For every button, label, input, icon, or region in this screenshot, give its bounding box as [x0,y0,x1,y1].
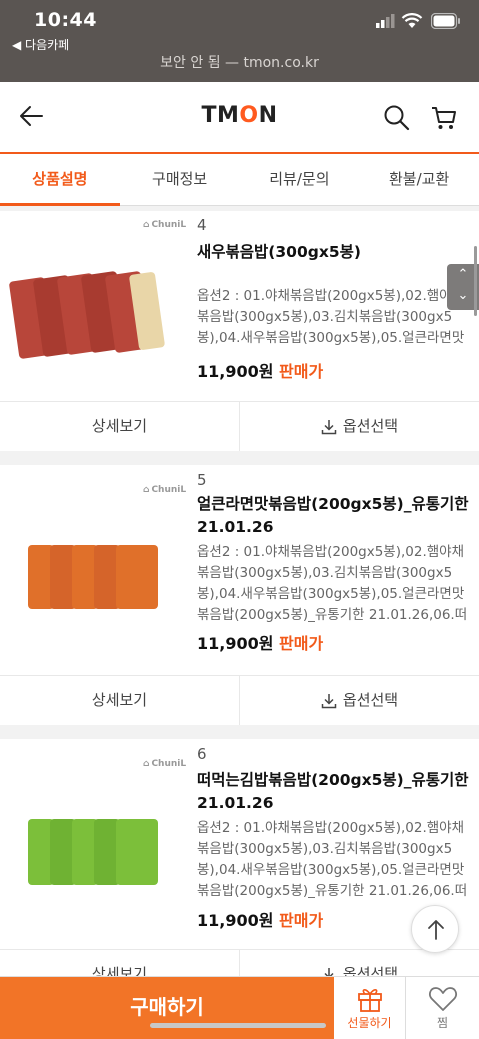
product-package-image [28,545,163,609]
download-icon [321,693,337,708]
status-bar: 10:44 ◀ 다음카페 보안 안 됨 — tmon.co.kr [0,0,479,82]
scrollbar-thumb[interactable] [474,246,477,316]
price-label: 판매가 [279,362,324,381]
back-to-app-link[interactable]: ◀ 다음카페 [12,36,69,53]
buy-button[interactable]: 구매하기 [0,977,334,1039]
product-title[interactable]: 얼큰라면맛볶음밥(200gx5봉)_유통기한 21.01.26 [197,493,469,539]
search-icon[interactable] [383,104,411,132]
product-options-text: 옵션2 : 01.야채볶음밥(200gx5봉),02.햄야채볶음밥(300gx5… [197,820,468,899]
product-price: 11,900원 판매가 [197,358,323,382]
price-value: 11,900원 [197,634,274,653]
product-actions: 상세보기 옵션선택 [0,401,479,451]
view-detail-button[interactable]: 상세보기 [0,676,239,725]
product-card[interactable]: ChuniL 4 새우볶음밥(300gx5봉) 옵션2 : 01.야채볶음밥(2… [0,211,479,401]
logo-text-o: O [239,103,259,128]
product-package-image [8,270,166,363]
product-options-text: 옵션2 : 01.야채볶음밥(200gx5봉),02.햄야채볶음밥(300gx5… [197,544,468,623]
tab-refund-exchange[interactable]: 환불/교환 [359,154,479,205]
tab-purchase-info[interactable]: 구매정보 [120,154,240,205]
select-option-label: 옵션선택 [342,417,399,435]
download-icon [321,419,337,434]
wishlist-button[interactable]: 찜 [406,977,479,1039]
product-title[interactable]: 떠먹는김밥볶음밥(200gx5봉)_유통기한 21.01.26 [197,769,469,815]
price-value: 11,900원 [197,362,274,381]
clock: 10:44 [34,9,97,31]
gift-label: 선물하기 [347,1016,392,1030]
product-index: 5 [197,471,207,489]
product-actions: 상세보기 옵션선택 [0,675,479,725]
bottom-action-bar: 구매하기 선물하기 찜 [0,976,479,1039]
price-label: 판매가 [279,911,324,930]
divider [0,725,479,739]
gift-icon [357,989,382,1012]
divider [0,451,479,465]
view-detail-button[interactable]: 상세보기 [0,402,239,451]
scroll-to-top-button[interactable] [411,905,459,953]
product-thumbnail[interactable] [0,465,188,675]
product-options-text: 옵션2 : 01.야채볶음밥(200gx5봉),02.햄야채볶음밥(300gx5… [197,288,465,346]
heart-icon [428,987,457,1011]
product-card[interactable]: ChuniL 5 얼큰라면맛볶음밥(200gx5봉)_유통기한 21.01.26… [0,465,479,675]
brand-label: ChuniL [143,220,186,230]
price-value: 11,900원 [197,911,274,930]
select-option-label: 옵션선택 [342,691,399,709]
app-header: TMON [0,82,479,152]
gift-button[interactable]: 선물하기 [334,977,406,1039]
cellular-signal-icon [376,14,395,28]
select-option-button[interactable]: 옵션선택 [239,676,479,725]
brand-label: ChuniL [143,485,186,495]
product-thumbnail[interactable] [0,739,188,949]
price-label: 판매가 [279,634,324,653]
wishlist-label: 찜 [436,1016,449,1030]
product-thumbnail[interactable] [0,211,188,401]
product-card[interactable]: ChuniL 6 떠먹는김밥볶음밥(200gx5봉)_유통기한 21.01.26… [0,739,479,949]
product-price: 11,900원 판매가 [197,907,323,931]
tab-product-description[interactable]: 상품설명 [0,154,120,206]
logo-text-left: TM [201,103,240,128]
product-index: 6 [197,745,207,763]
product-title[interactable]: 새우볶음밥(300gx5봉) [197,241,469,264]
tab-reviews-qna[interactable]: 리뷰/문의 [240,154,360,205]
cart-icon[interactable] [430,104,458,132]
product-price: 11,900원 판매가 [197,630,323,654]
product-package-image [28,819,163,885]
select-option-button[interactable]: 옵션선택 [239,402,479,451]
battery-icon [431,13,460,29]
wifi-icon [401,13,423,28]
brand-label: ChuniL [143,759,186,769]
product-index: 4 [197,216,207,234]
logo-text-right: N [258,103,278,128]
home-indicator[interactable] [150,1023,326,1028]
url-bar[interactable]: 보안 안 됨 — tmon.co.kr [0,52,479,72]
arrow-up-icon [428,920,444,940]
detail-tabs: 상품설명 구매정보 리뷰/문의 환불/교환 [0,152,479,206]
